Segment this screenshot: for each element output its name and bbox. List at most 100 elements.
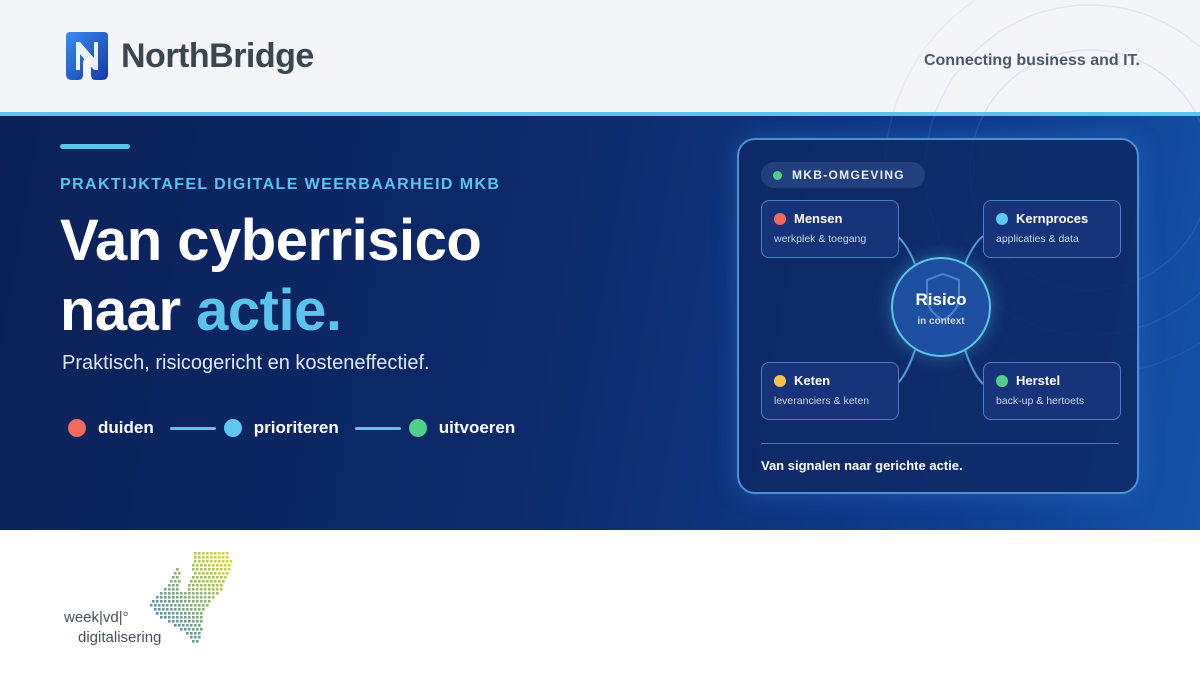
map-pixel: [176, 620, 179, 623]
map-pixel: [204, 584, 207, 587]
logo-wordmark: NorthBridge: [121, 36, 314, 75]
map-pixel: [166, 608, 169, 611]
map-pixel: [180, 616, 183, 619]
map-pixel: [150, 604, 153, 607]
map-pixel: [172, 592, 175, 595]
map-pixel: [154, 604, 157, 607]
week-vd-digitalisering-logo[interactable]: week|vd|° digitalisering: [60, 548, 232, 658]
risk-center-node: Risico in context: [891, 257, 991, 357]
map-pixel: [194, 632, 197, 635]
map-pixel: [160, 600, 163, 603]
map-pixel: [210, 552, 213, 555]
map-pixel: [216, 588, 219, 591]
map-pixel: [220, 564, 223, 567]
map-pixel: [192, 600, 195, 603]
map-pixel: [196, 584, 199, 587]
map-pixel: [202, 572, 205, 575]
panel-footer: Van signalen naar gerichte actie.: [761, 458, 963, 473]
map-pixel: [194, 624, 197, 627]
node-dot: [996, 374, 1008, 387]
map-pixel: [200, 576, 203, 579]
hero-headline: Van cyberrisico naar actie.: [60, 206, 482, 346]
map-pixel: [154, 608, 157, 611]
map-pixel: [218, 572, 221, 575]
hero-accent-bar: [60, 144, 130, 149]
map-pixel: [192, 640, 195, 643]
map-pixel: [216, 592, 219, 595]
map-pixel: [180, 600, 183, 603]
northbridge-logo-icon: [66, 32, 108, 80]
map-pixel: [190, 580, 193, 583]
map-pixel: [158, 604, 161, 607]
map-pixel: [192, 616, 195, 619]
map-pixel: [162, 604, 165, 607]
map-pixel: [224, 576, 227, 579]
map-pixel: [160, 612, 163, 615]
map-pixel: [188, 600, 191, 603]
map-pixel: [198, 556, 201, 559]
map-pixel: [218, 556, 221, 559]
map-pixel: [214, 552, 217, 555]
map-pixel: [188, 628, 191, 631]
map-pixel: [180, 596, 183, 599]
node-dot: [774, 374, 786, 387]
map-pixel: [156, 612, 159, 615]
map-pixel: [184, 600, 187, 603]
northbridge-logo[interactable]: NorthBridge: [62, 30, 314, 82]
node-keten: Keten leveranciers & keten: [761, 362, 899, 420]
node-subtitle: werkplek & toegang: [774, 233, 867, 245]
map-pixel: [188, 616, 191, 619]
map-pixel: [176, 584, 179, 587]
map-pixel: [214, 560, 217, 563]
map-pixel: [202, 580, 205, 583]
step-prioriteren: prioriteren: [223, 418, 339, 438]
map-pixel: [200, 628, 203, 631]
headline-prefix: naar: [60, 278, 197, 343]
step-label: uitvoeren: [438, 418, 516, 437]
map-pixel: [194, 580, 197, 583]
map-pixel: [208, 592, 211, 595]
map-pixel: [168, 612, 171, 615]
map-pixel: [174, 624, 177, 627]
map-pixel: [182, 608, 185, 611]
map-pixel: [160, 616, 163, 619]
map-pixel: [212, 588, 215, 591]
map-pixel: [204, 588, 207, 591]
map-pixel: [206, 572, 209, 575]
map-pixel: [194, 572, 197, 575]
map-pixel: [180, 620, 183, 623]
map-pixel: [196, 628, 199, 631]
map-pixel: [184, 612, 187, 615]
map-pixel: [226, 556, 229, 559]
step-label: duiden: [98, 418, 154, 437]
map-pixel: [156, 600, 159, 603]
node-dot: [996, 212, 1008, 225]
map-pixel: [184, 596, 187, 599]
map-pixel: [192, 588, 195, 591]
map-pixel: [208, 584, 211, 587]
map-pixel: [172, 596, 175, 599]
map-pixel: [172, 620, 175, 623]
map-pixel: [198, 560, 201, 563]
map-pixel: [196, 564, 199, 567]
map-pixel: [168, 584, 171, 587]
map-pixel: [220, 576, 223, 579]
map-pixel: [208, 576, 211, 579]
map-pixel: [222, 580, 225, 583]
map-pixel: [220, 568, 223, 571]
map-pixel: [156, 596, 159, 599]
map-pixel: [188, 592, 191, 595]
map-pixel: [198, 572, 201, 575]
node-subtitle: back-up & hertoets: [996, 395, 1085, 407]
process-steps: duiden prioriteren uitvoeren: [68, 418, 515, 438]
risk-diagram-panel: MKB-OMGEVING Mensen werkplek & toegang K…: [737, 138, 1139, 494]
map-pixel: [160, 592, 163, 595]
map-pixel: [188, 620, 191, 623]
step-connector: [169, 426, 216, 430]
node-subtitle: applicaties & data: [996, 233, 1079, 245]
map-pixel: [188, 584, 191, 587]
map-pixel: [180, 592, 183, 595]
map-pixel: [186, 632, 189, 635]
map-pixel: [174, 572, 177, 575]
map-pixel: [226, 552, 229, 555]
